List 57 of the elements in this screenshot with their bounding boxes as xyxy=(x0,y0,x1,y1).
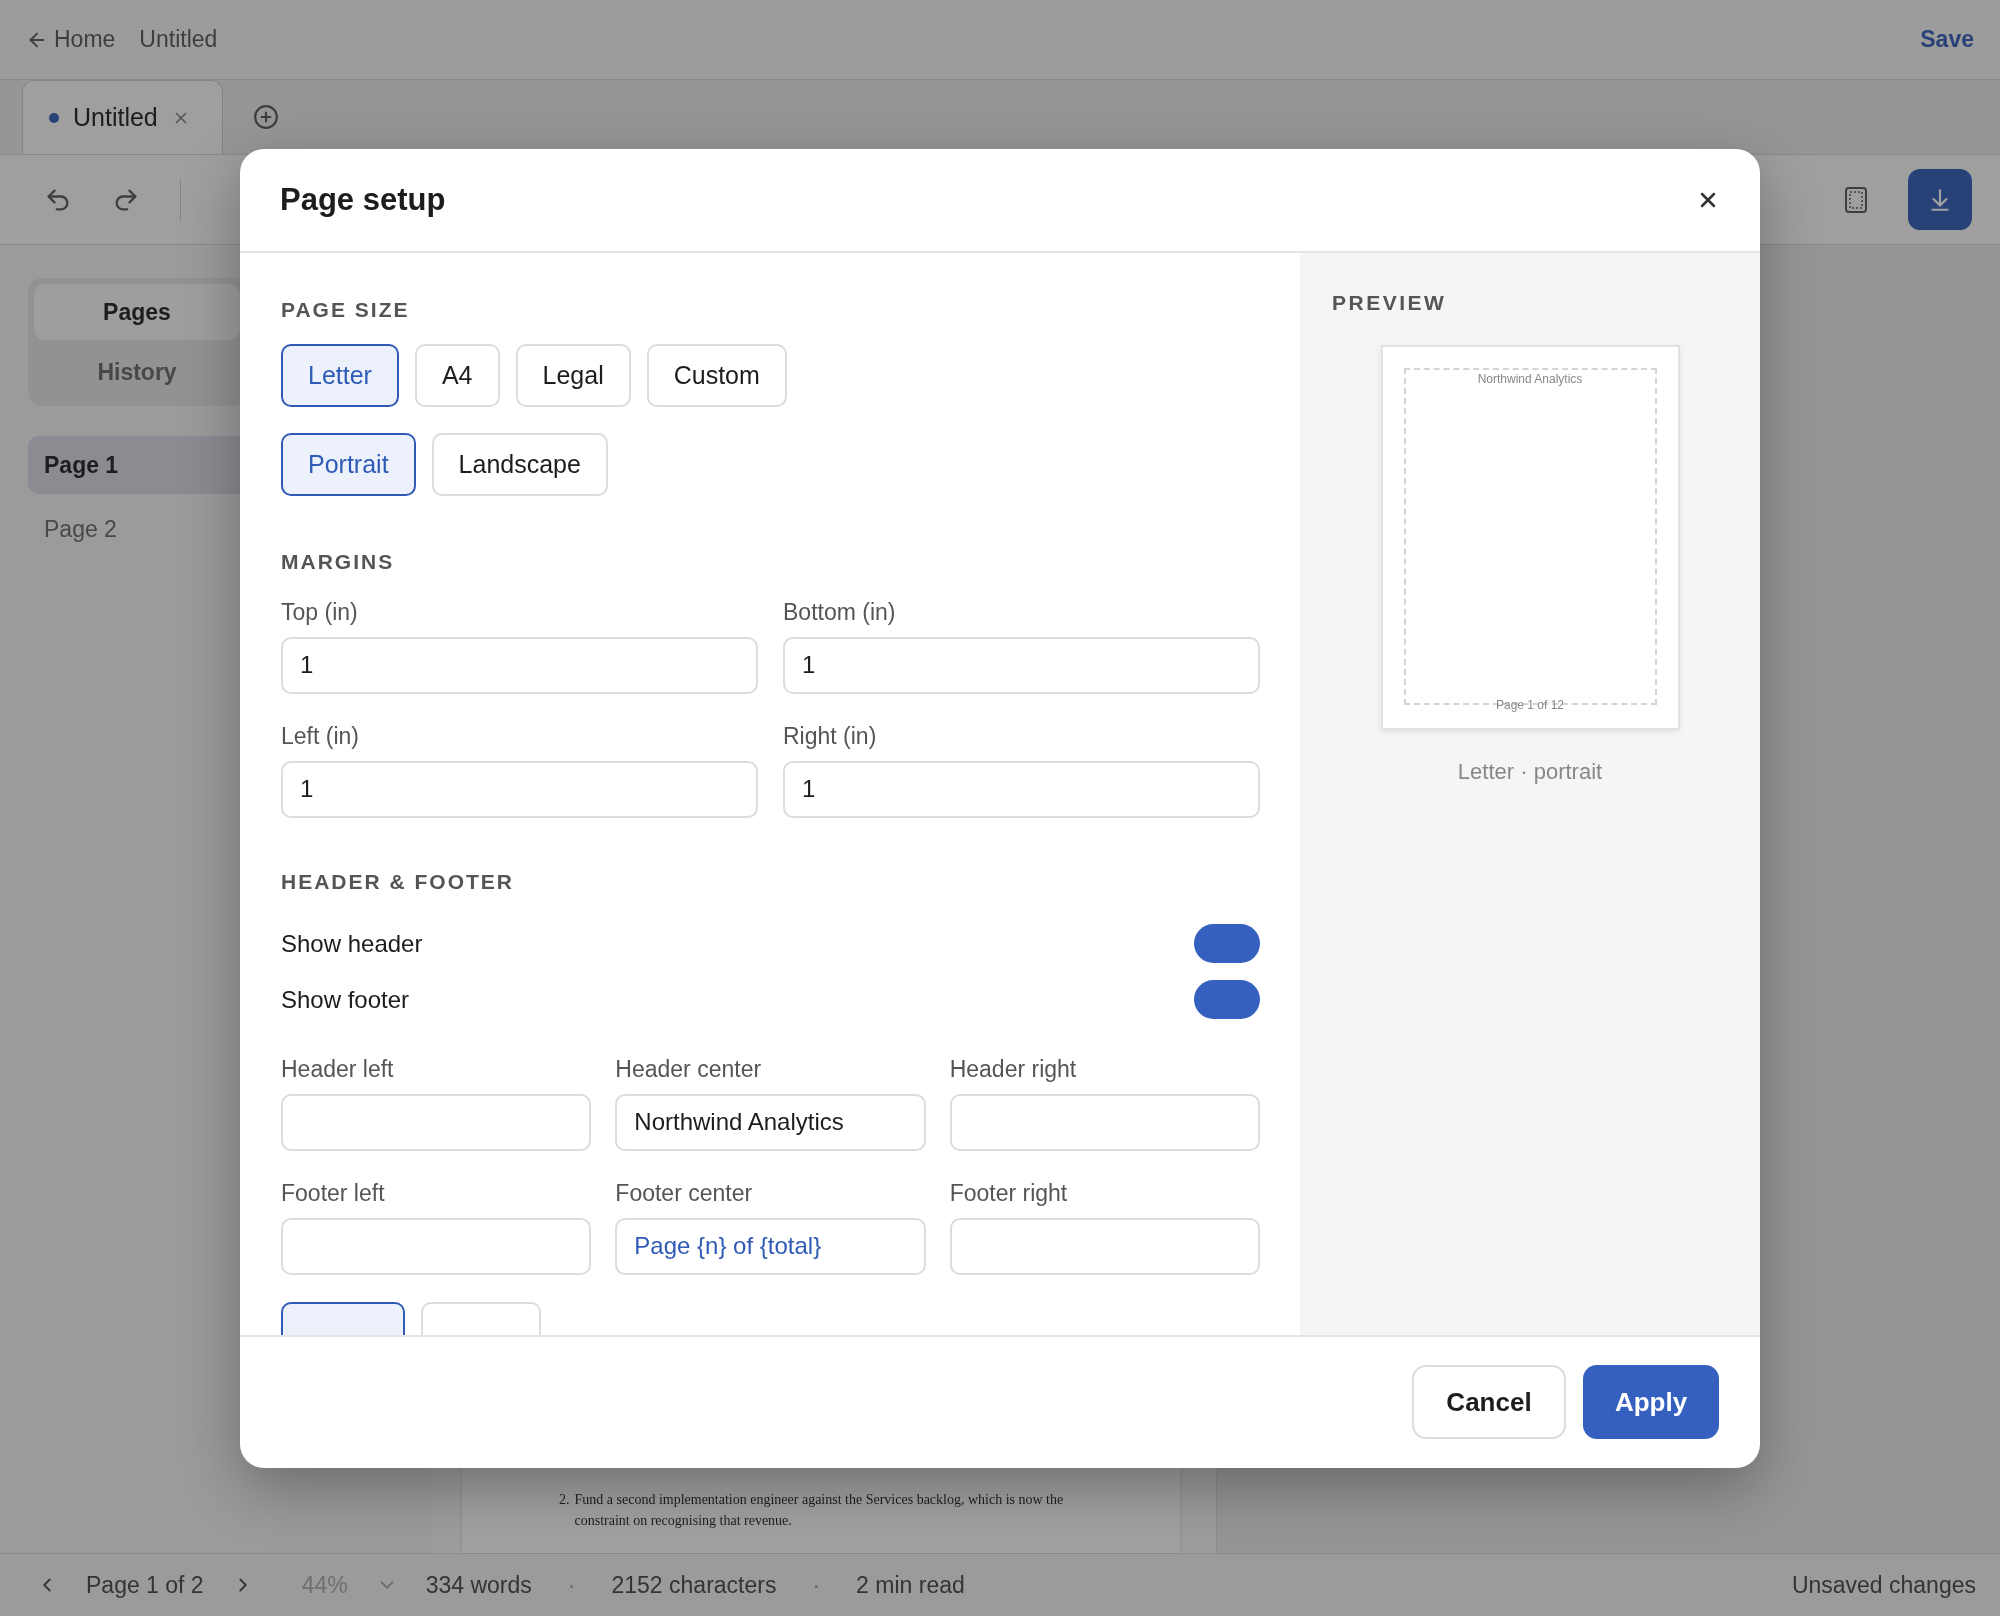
section-title: PREVIEW xyxy=(1332,289,1447,316)
section-title: HEADER & FOOTER xyxy=(281,868,515,895)
separator-dot: · xyxy=(567,1571,576,1599)
field-label: Header center xyxy=(615,1054,763,1083)
dialog-title: Page setup xyxy=(280,181,446,218)
toggle-switch[interactable] xyxy=(1194,924,1260,963)
orientation-option[interactable]: Portrait xyxy=(281,432,416,496)
text-input[interactable] xyxy=(281,1217,592,1275)
list-item-text: Fund a second implementation engineer against the Services backlog, which is now the constraint on recognising that revenue. xyxy=(574,1491,1065,1530)
cancel-button[interactable]: Cancel xyxy=(1412,1365,1566,1439)
preview-header-text: Northwind Analytics xyxy=(1477,371,1583,386)
page-size-option[interactable]: A4 xyxy=(414,343,500,407)
add-tab-icon[interactable] xyxy=(253,104,279,130)
field-label: Footer left xyxy=(281,1178,386,1207)
margin-input[interactable]: 1 xyxy=(281,760,758,818)
toggle-label: Show footer xyxy=(281,985,410,1014)
field-label: Footer center xyxy=(615,1178,754,1207)
separator-dot: · xyxy=(812,1571,821,1599)
page-size-option[interactable]: Letter xyxy=(281,343,399,407)
page-size-option[interactable]: Legal xyxy=(515,343,631,407)
margin-input[interactable]: 1 xyxy=(281,636,758,694)
orientation-option[interactable]: Landscape xyxy=(431,432,608,496)
download-button[interactable] xyxy=(1908,169,1972,230)
field-label: Left (in) xyxy=(281,721,360,750)
document-stat: 2 min read xyxy=(856,1571,965,1599)
margin-input[interactable]: 1 xyxy=(783,636,1260,694)
save-status: Unsaved changes xyxy=(1791,1571,1976,1599)
template-input[interactable]: Page {n} of {total} xyxy=(615,1217,926,1275)
section-title: PAGE SIZE xyxy=(281,296,411,323)
preview-footer-text: Page 1 of 12 xyxy=(1495,697,1565,712)
save-link[interactable]: Save xyxy=(1920,26,1974,53)
document-tab[interactable]: Untitled xyxy=(22,80,223,154)
page-size-option[interactable]: Custom xyxy=(646,343,787,407)
margin-input[interactable]: 1 xyxy=(783,760,1260,818)
field-label: Footer right xyxy=(949,1178,1069,1207)
toggle-switch[interactable] xyxy=(1194,980,1260,1019)
section-title: MARGINS xyxy=(281,548,396,575)
field-label: Header right xyxy=(949,1054,1078,1083)
field-label: Top (in) xyxy=(281,597,359,626)
text-input[interactable] xyxy=(949,1093,1260,1151)
field-label: Right (in) xyxy=(783,721,878,750)
text-input[interactable]: Northwind Analytics xyxy=(615,1093,926,1151)
preview-caption: Letter · portrait xyxy=(1457,758,1603,785)
list-number: 2. xyxy=(559,1491,570,1509)
text-input[interactable] xyxy=(281,1093,592,1151)
field-label: Header left xyxy=(281,1054,395,1083)
document-stat: 334 words xyxy=(425,1571,532,1599)
document-stat: 2152 characters xyxy=(611,1571,777,1599)
field-label: Bottom (in) xyxy=(783,597,897,626)
document-title: Untitled xyxy=(139,26,218,53)
page-size-icon[interactable] xyxy=(1844,185,1868,214)
home-link[interactable]: Home xyxy=(26,26,116,53)
toggle-label: Show header xyxy=(281,929,423,958)
text-input[interactable] xyxy=(949,1217,1260,1275)
apply-button[interactable]: Apply xyxy=(1583,1365,1719,1439)
sidebar-tab[interactable]: Pages xyxy=(34,284,240,340)
page-indicator: Page 1 of 2 xyxy=(86,1571,204,1599)
